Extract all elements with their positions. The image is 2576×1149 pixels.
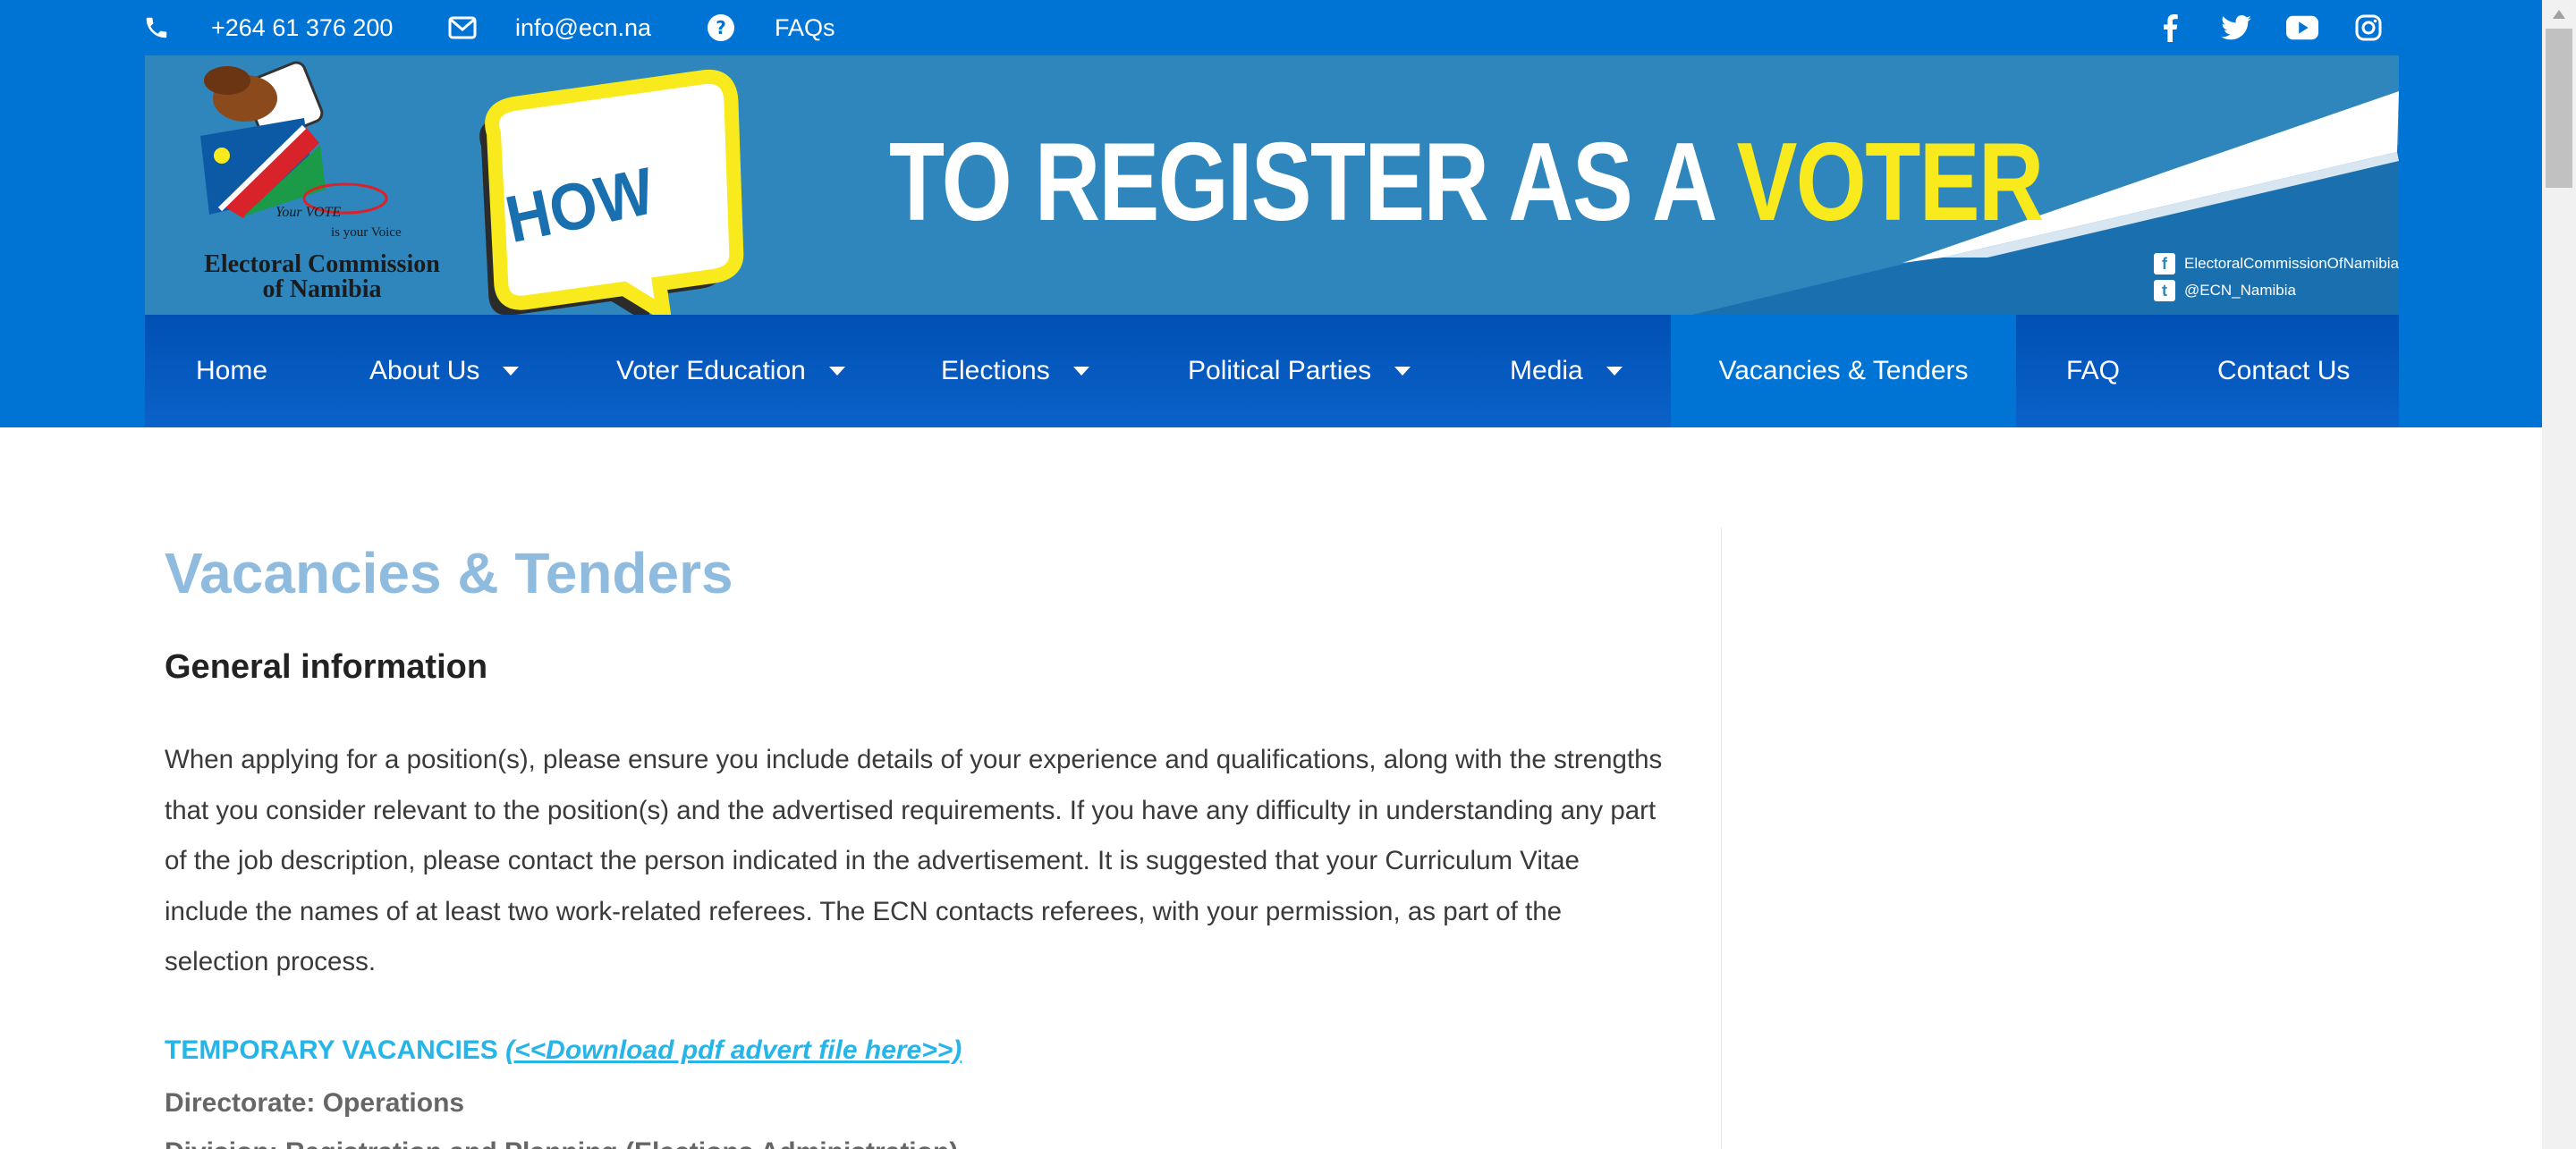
directorate-label: Directorate: Operations: [165, 1088, 465, 1118]
question-circle-icon: ?: [706, 13, 736, 43]
top-contact-bar: +264 61 376 200 info@ecn.na ? FAQs: [0, 0, 2542, 55]
page-scrollbar[interactable]: [2542, 0, 2576, 1149]
general-information-paragraph: When applying for a position(s), please …: [165, 745, 1663, 976]
chevron-down-icon: [1072, 367, 1089, 376]
nav-label-media: Media: [1510, 356, 1583, 385]
logo-name-line-1: Electoral Commission: [204, 250, 440, 278]
nav-item-voter-education[interactable]: Voter Education: [616, 315, 845, 427]
envelope-icon: [447, 13, 478, 43]
chevron-down-icon: [1394, 367, 1411, 376]
nav-label-elections: Elections: [941, 356, 1050, 385]
nav-label-voter-education: Voter Education: [616, 356, 806, 385]
banner-twitter-handle: @ECN_Namibia: [2184, 282, 2296, 299]
nav-label-contact-us: Contact Us: [2217, 356, 2351, 385]
page-title: Vacancies & Tenders: [165, 541, 733, 605]
nav-item-home[interactable]: Home: [196, 315, 267, 427]
header-banner[interactable]: HOW Your VOTE is your Voice TO REGISTER …: [145, 55, 2399, 315]
chevron-down-icon: [503, 367, 520, 376]
banner-twitter: t @ECN_Namibia: [2154, 279, 2296, 302]
chevron-down-icon: [1606, 367, 1623, 376]
twitter-square-icon: t: [2154, 280, 2175, 301]
nav-item-faq[interactable]: FAQ: [2066, 315, 2120, 427]
banner-facebook: f ElectoralCommissionOfNamibia: [2154, 252, 2399, 275]
banner-title: TO REGISTER AS A VOTER: [889, 127, 2044, 238]
temporary-vacancies-heading: TEMPORARY VACANCIES (<<Download pdf adve…: [165, 1035, 962, 1066]
scroll-up-arrow-icon[interactable]: [2542, 0, 2576, 29]
nav-item-about-us[interactable]: About Us: [369, 315, 520, 427]
ecn-logo: [200, 61, 388, 218]
banner-facebook-handle: ElectoralCommissionOfNamibia: [2184, 255, 2399, 272]
nav-item-elections[interactable]: Elections: [941, 315, 1089, 427]
svg-text:?: ?: [716, 17, 726, 38]
logo-slogan-2: is your Voice: [331, 225, 402, 240]
division-label: Division: Registration and Planning (Ele…: [165, 1137, 958, 1149]
phone-icon: [141, 13, 172, 43]
section-heading: General information: [165, 648, 488, 686]
facebook-icon[interactable]: [2154, 13, 2186, 43]
main-navigation: Home About Us Voter Education Elections …: [145, 315, 2399, 427]
nav-label-vacancies-tenders: Vacancies & Tenders: [1718, 356, 1969, 385]
nav-item-media[interactable]: Media: [1510, 315, 1623, 427]
instagram-icon[interactable]: [2352, 13, 2385, 43]
nav-label-home: Home: [196, 356, 268, 385]
phone-link[interactable]: +264 61 376 200: [211, 0, 393, 55]
logo-slogan-1: Your VOTE: [275, 205, 341, 220]
email-link[interactable]: info@ecn.na: [515, 0, 651, 55]
banner-title-main: TO REGISTER AS A: [889, 121, 1737, 244]
faqs-link[interactable]: FAQs: [775, 0, 835, 55]
scrollbar-thumb[interactable]: [2546, 29, 2572, 188]
nav-item-vacancies-tenders[interactable]: Vacancies & Tenders: [1671, 315, 2016, 427]
nav-item-political-parties[interactable]: Political Parties: [1188, 315, 1411, 427]
banner-title-highlight: VOTER: [1736, 121, 2045, 244]
nav-label-about-us: About Us: [369, 356, 480, 385]
twitter-icon[interactable]: [2220, 13, 2252, 43]
chevron-down-icon: [828, 367, 845, 376]
download-pdf-link[interactable]: (<<Download pdf advert file here>>): [505, 1035, 962, 1065]
nav-label-faq: FAQ: [2066, 356, 2121, 385]
youtube-icon[interactable]: [2286, 13, 2318, 43]
sidebar-divider: [1721, 528, 1722, 1149]
logo-name: Electoral Commission of Namibia: [170, 252, 474, 302]
facebook-square-icon: f: [2154, 253, 2175, 275]
logo-name-line-2: of Namibia: [262, 275, 382, 303]
nav-item-contact-us[interactable]: Contact Us: [2217, 315, 2350, 427]
temporary-vacancies-label: TEMPORARY VACANCIES: [165, 1035, 506, 1065]
nav-label-political-parties: Political Parties: [1188, 356, 1372, 385]
